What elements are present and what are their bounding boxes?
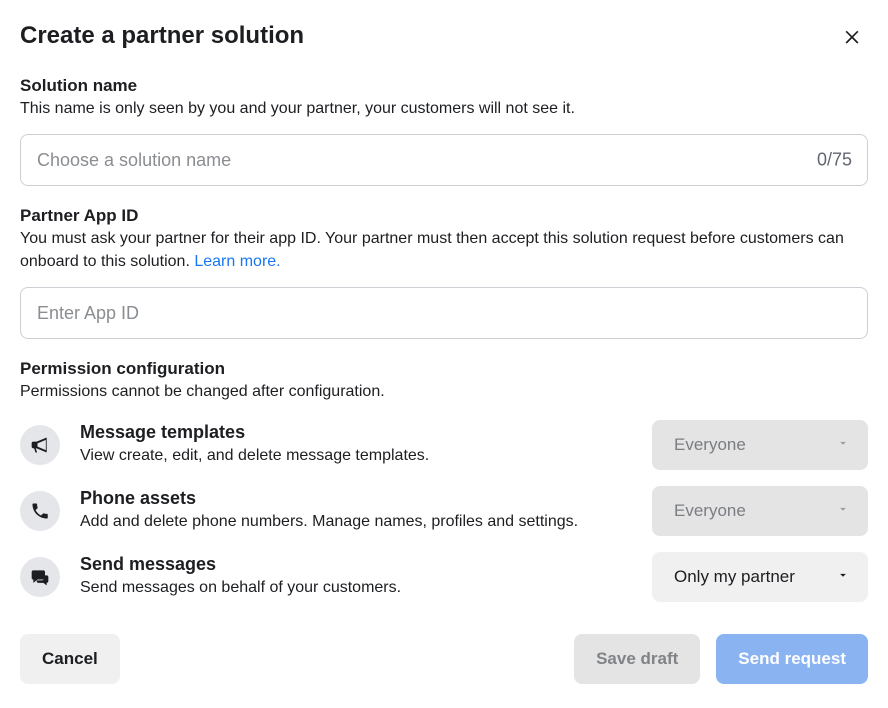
permission-select-value: Everyone [674, 501, 746, 521]
solution-name-section: Solution name This name is only seen by … [20, 76, 868, 186]
permission-select-value: Everyone [674, 435, 746, 455]
permission-configuration-section: Permission configuration Permissions can… [20, 359, 868, 609]
solution-name-counter: 0/75 [817, 150, 852, 171]
permission-configuration-desc: Permissions cannot be changed after conf… [20, 381, 868, 403]
permission-row-send-messages: Send messages Send messages on behalf of… [20, 544, 868, 610]
permission-select-phone-assets: Everyone [652, 486, 868, 536]
permission-desc: Send messages on behalf of your customer… [80, 578, 632, 599]
permission-text: Send messages Send messages on behalf of… [80, 554, 632, 598]
chevron-down-icon [836, 435, 850, 455]
cancel-button[interactable]: Cancel [20, 634, 120, 684]
solution-name-label: Solution name [20, 76, 868, 96]
partner-app-id-desc-text: You must ask your partner for their app … [20, 230, 844, 269]
partner-app-id-input-wrap [20, 287, 868, 339]
permission-row-message-templates: Message templates View create, edit, and… [20, 412, 868, 478]
megaphone-icon [20, 425, 60, 465]
learn-more-link[interactable]: Learn more. [194, 253, 280, 270]
solution-name-desc: This name is only seen by you and your p… [20, 98, 868, 120]
partner-app-id-label: Partner App ID [20, 206, 868, 226]
permission-title: Send messages [80, 554, 632, 576]
permission-select-message-templates: Everyone [652, 420, 868, 470]
dialog-footer: Cancel Save draft Send request [20, 634, 868, 684]
chevron-down-icon [836, 567, 850, 587]
permission-list: Message templates View create, edit, and… [20, 412, 868, 610]
solution-name-input-wrap: 0/75 [20, 134, 868, 186]
phone-icon [20, 491, 60, 531]
dialog-title: Create a partner solution [20, 22, 304, 51]
partner-app-id-section: Partner App ID You must ask your partner… [20, 206, 868, 339]
permission-text: Message templates View create, edit, and… [80, 422, 632, 466]
chevron-down-icon [836, 501, 850, 521]
permission-desc: Add and delete phone numbers. Manage nam… [80, 512, 632, 533]
partner-app-id-input[interactable] [20, 287, 868, 339]
partner-app-id-desc: You must ask your partner for their app … [20, 228, 868, 273]
permission-title: Phone assets [80, 488, 632, 510]
save-draft-button[interactable]: Save draft [574, 634, 700, 684]
close-button[interactable] [836, 20, 868, 52]
solution-name-input[interactable] [20, 134, 868, 186]
dialog-header: Create a partner solution [20, 20, 868, 52]
permission-text: Phone assets Add and delete phone number… [80, 488, 632, 532]
create-partner-solution-dialog: Create a partner solution Solution name … [0, 0, 888, 708]
permission-title: Message templates [80, 422, 632, 444]
send-request-button[interactable]: Send request [716, 634, 868, 684]
permission-row-phone-assets: Phone assets Add and delete phone number… [20, 478, 868, 544]
permission-select-send-messages[interactable]: Only my partner [652, 552, 868, 602]
permission-select-value: Only my partner [674, 567, 795, 587]
close-icon [842, 26, 862, 46]
permission-configuration-label: Permission configuration [20, 359, 868, 379]
chat-icon [20, 557, 60, 597]
permission-desc: View create, edit, and delete message te… [80, 446, 632, 467]
